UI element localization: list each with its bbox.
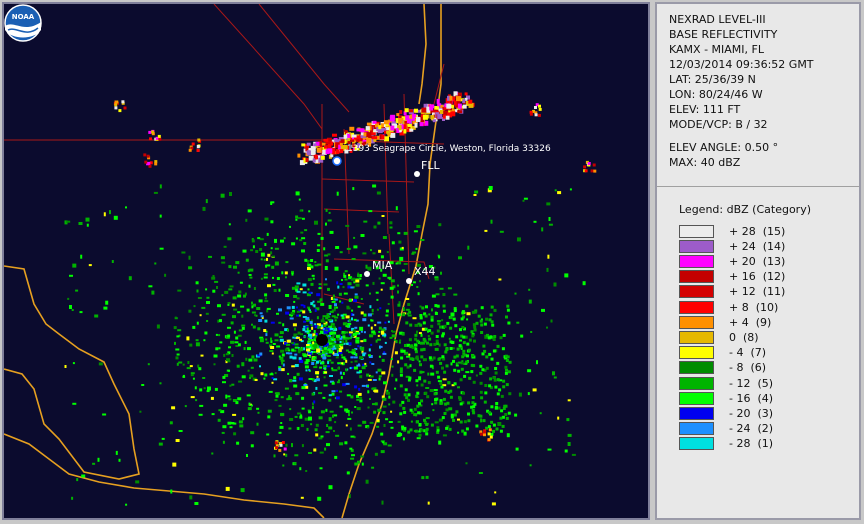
legend-swatch: [679, 437, 714, 451]
legend-row: + 4 (9): [679, 315, 771, 329]
legend-row: - 8 (6): [679, 361, 766, 375]
radar-map[interactable]: 1393 Seagrape Circle, Weston, Florida 33…: [2, 2, 650, 520]
legend-swatch: [679, 391, 714, 405]
legend-swatch: [679, 254, 714, 268]
legend-row: + 12 (11): [679, 285, 785, 299]
legend-label: 0 (8): [729, 330, 759, 344]
legend-swatch: [679, 330, 714, 344]
legend-row: + 28 (15): [679, 224, 785, 238]
legend-swatch: [679, 224, 714, 238]
legend-label: + 12 (11): [729, 285, 786, 299]
address-label: 1393 Seagrape Circle, Weston, Florida 33…: [347, 144, 551, 154]
legend-label: + 4 (9): [729, 315, 772, 329]
legend-label: - 20 (3): [729, 406, 774, 420]
legend-row: + 20 (13): [679, 254, 785, 268]
legend-label: - 16 (4): [729, 391, 774, 405]
legend-row: - 16 (4): [679, 391, 773, 405]
legend-row: - 4 (7): [679, 346, 766, 360]
radar-map-canvas: [4, 4, 597, 518]
fll-label: FLL: [421, 159, 440, 172]
legend-label: - 28 (1): [729, 437, 774, 451]
legend-label: - 24 (2): [729, 422, 774, 436]
legend-swatch: [679, 361, 714, 375]
legend-row: + 8 (10): [679, 300, 778, 314]
legend-row: - 28 (1): [679, 437, 773, 451]
station-name: KAMX - MIAMI, FL: [669, 43, 764, 56]
legend-row: + 24 (14): [679, 239, 785, 253]
mia-label: MIA: [372, 259, 393, 272]
fll-marker[interactable]: [414, 171, 420, 177]
legend-row: - 24 (2): [679, 422, 773, 436]
station-longitude: LON: 80/24/46 W: [669, 88, 763, 101]
station-latitude: LAT: 25/36/39 N: [669, 73, 756, 86]
legend-label: + 8 (10): [729, 300, 779, 314]
legend-row: - 20 (3): [679, 406, 773, 420]
legend-swatch: [679, 406, 714, 420]
legend-label: - 12 (5): [729, 376, 774, 390]
x44-label: X44: [414, 265, 436, 278]
legend-label: + 16 (12): [729, 270, 786, 284]
panel-divider: [657, 186, 859, 187]
radar-site-marker: [316, 334, 328, 346]
legend-swatch: [679, 315, 714, 329]
legend-label: + 24 (14): [729, 239, 786, 253]
address-location-marker[interactable]: [332, 156, 342, 166]
legend-swatch: [679, 422, 714, 436]
legend-label: - 8 (6): [729, 361, 767, 375]
x44-marker[interactable]: [406, 278, 412, 284]
station-elevation: ELEV: 111 FT: [669, 103, 741, 116]
mia-marker[interactable]: [364, 271, 370, 277]
info-panel: NEXRAD LEVEL-III BASE REFLECTIVITY KAMX …: [655, 2, 861, 520]
product-type: BASE REFLECTIVITY: [669, 28, 778, 41]
noaa-logo: NOAA: [4, 4, 42, 42]
product-name: NEXRAD LEVEL-III: [669, 13, 766, 26]
scan-datetime: 12/03/2014 09:36:52 GMT: [669, 58, 814, 71]
legend-swatch: [679, 300, 714, 314]
elevation-angle: ELEV ANGLE: 0.50 °: [669, 141, 779, 154]
legend-row: 0 (8): [679, 330, 759, 344]
legend-swatch: [679, 376, 714, 390]
legend-swatch: [679, 239, 714, 253]
max-reflectivity: MAX: 40 dBZ: [669, 156, 741, 169]
legend-title: Legend: dBZ (Category): [679, 203, 811, 216]
legend-label: + 20 (13): [729, 254, 786, 268]
legend-label: + 28 (15): [729, 224, 786, 238]
legend-swatch: [679, 346, 714, 360]
legend-swatch: [679, 270, 714, 284]
legend-row: - 12 (5): [679, 376, 773, 390]
legend-label: - 4 (7): [729, 346, 767, 360]
mode-vcp: MODE/VCP: B / 32: [669, 118, 768, 131]
svg-text:NOAA: NOAA: [12, 13, 35, 21]
legend-row: + 16 (12): [679, 270, 785, 284]
legend-swatch: [679, 285, 714, 299]
